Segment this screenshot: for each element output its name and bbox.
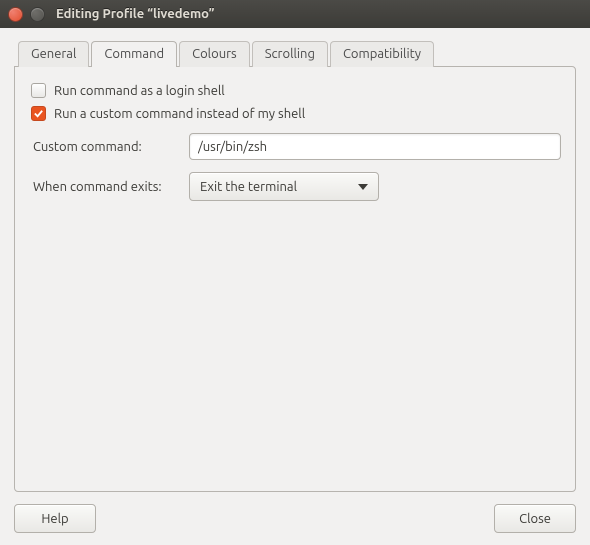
login-shell-row: Run command as a login shell <box>29 83 561 98</box>
custom-command-toggle-row: Run a custom command instead of my shell <box>29 106 561 121</box>
when-exits-selected: Exit the terminal <box>200 180 297 194</box>
profile-editor-window: Editing Profile “livedemo” General Comma… <box>0 0 590 545</box>
tab-general[interactable]: General <box>18 41 89 67</box>
dialog-footer: Help Close <box>14 492 576 533</box>
login-shell-checkbox[interactable] <box>31 83 46 98</box>
check-icon <box>33 108 44 119</box>
tab-command[interactable]: Command <box>91 41 177 67</box>
content-area: General Command Colours Scrolling Compat… <box>0 28 590 545</box>
window-title: Editing Profile “livedemo” <box>56 7 214 21</box>
when-exits-label: When command exits: <box>29 180 179 194</box>
minimize-icon[interactable] <box>30 7 45 22</box>
custom-command-row: Custom command: <box>29 133 561 160</box>
close-button[interactable]: Close <box>494 504 576 533</box>
chevron-down-icon <box>358 184 368 190</box>
tab-scrolling[interactable]: Scrolling <box>252 41 328 67</box>
custom-command-input[interactable] <box>189 133 561 160</box>
titlebar: Editing Profile “livedemo” <box>0 0 590 28</box>
custom-command-toggle-label: Run a custom command instead of my shell <box>54 107 305 121</box>
when-exits-row: When command exits: Exit the terminal <box>29 172 561 201</box>
when-exits-combo[interactable]: Exit the terminal <box>189 172 379 201</box>
tab-colours[interactable]: Colours <box>179 41 250 67</box>
tab-compatibility[interactable]: Compatibility <box>330 41 434 67</box>
close-icon[interactable] <box>8 7 23 22</box>
custom-command-checkbox[interactable] <box>31 106 46 121</box>
login-shell-label: Run command as a login shell <box>54 84 225 98</box>
tab-bar: General Command Colours Scrolling Compat… <box>14 40 576 66</box>
tab-panel-command: Run command as a login shell Run a custo… <box>14 66 576 492</box>
help-button[interactable]: Help <box>14 504 96 533</box>
custom-command-label: Custom command: <box>29 140 179 154</box>
